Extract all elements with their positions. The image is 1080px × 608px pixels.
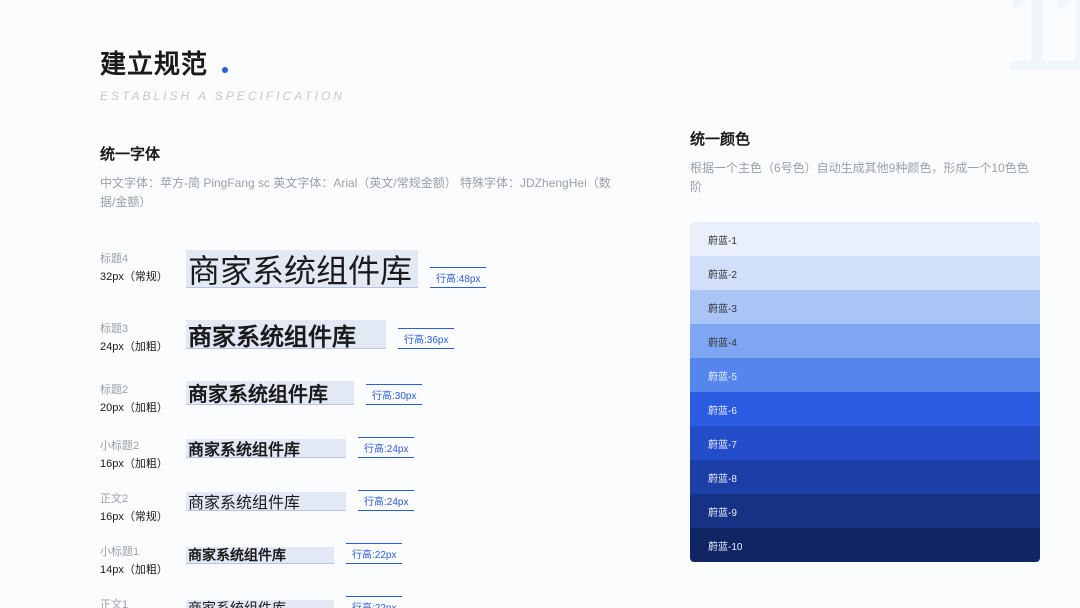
font-row-meta: 14px（加粗） <box>100 561 178 577</box>
font-sample: 商家系统组件库 <box>186 320 386 349</box>
color-swatch: 蔚蓝-2 <box>690 256 1040 290</box>
page-title: 建立规范 <box>100 44 620 81</box>
color-swatch: 蔚蓝-8 <box>690 460 1040 494</box>
font-row-name: 小标题2 <box>100 437 178 453</box>
font-sample: 商家系统组件库 <box>186 600 334 608</box>
font-row-name: 标题2 <box>100 381 178 397</box>
font-row-name: 正文1 <box>100 596 178 608</box>
font-row-meta: 16px（加粗） <box>100 455 178 471</box>
bg-decoration: 11 <box>1001 0 1080 98</box>
color-section-desc: 根据一个主色（6号色）自动生成其他9种颜色，形成一个10色色阶 <box>690 159 1040 197</box>
color-swatch: 蔚蓝-1 <box>690 222 1040 256</box>
font-row-label: 标题2 20px（加粗） <box>100 381 178 415</box>
font-row-sample-wrap: 商家系统组件库行高:48px <box>186 250 620 288</box>
font-sample: 商家系统组件库 <box>186 250 418 288</box>
font-sample: 商家系统组件库 <box>186 381 354 405</box>
font-row-sample-wrap: 商家系统组件库行高:22px <box>186 543 620 564</box>
line-height-badge: 行高:36px <box>398 328 454 349</box>
font-row-sample-wrap: 商家系统组件库 行高:22px <box>186 596 620 608</box>
page-subtitle: ESTABLISH A SPECIFICATION <box>100 89 620 103</box>
font-row-label: 标题3 24px（加粗） <box>100 320 178 354</box>
color-swatch: 蔚蓝-3 <box>690 290 1040 324</box>
font-row-label: 正文114px（常规） <box>100 596 178 608</box>
line-height-badge: 行高:24px <box>358 490 414 511</box>
line-height-badge: 行高:22px <box>346 596 402 608</box>
color-section: 统一颜色 根据一个主色（6号色）自动生成其他9种颜色，形成一个10色色阶 蔚蓝-… <box>690 128 1040 562</box>
font-row-meta: 24px（加粗） <box>100 338 178 354</box>
font-row-sample-wrap: 商家系统组件库行高:24px <box>186 490 620 511</box>
font-row-label: 标题4 32px（常规） <box>100 250 178 284</box>
color-swatch: 蔚蓝-7 <box>690 426 1040 460</box>
font-sample: 商家系统组件库 <box>186 439 346 458</box>
font-sample: 商家系统组件库 <box>186 547 334 564</box>
color-swatch: 蔚蓝-4 <box>690 324 1040 358</box>
font-row: 标题324px（加粗）商家系统组件库行高:36px <box>100 320 620 349</box>
font-row-name: 标题4 <box>100 250 178 266</box>
font-row-meta: 32px（常规） <box>100 268 178 284</box>
color-swatches: 蔚蓝-1蔚蓝-2蔚蓝-3蔚蓝-4蔚蓝-5蔚蓝-6蔚蓝-7蔚蓝-8蔚蓝-9蔚蓝-1… <box>690 222 1040 562</box>
font-row: 标题220px（加粗）商家系统组件库行高:30px <box>100 381 620 405</box>
font-row-name: 小标题1 <box>100 543 178 559</box>
accent-dot-icon <box>222 67 228 73</box>
color-swatch: 蔚蓝-5 <box>690 358 1040 392</box>
font-row-label: 正文2 16px（常规） <box>100 490 178 524</box>
font-section-desc: 中文字体：苹方-简 PingFang sc 英文字体：Arial（英文/常规金额… <box>100 174 620 212</box>
font-row-name: 标题3 <box>100 320 178 336</box>
color-section-title: 统一颜色 <box>690 128 1040 149</box>
color-swatch: 蔚蓝-9 <box>690 494 1040 528</box>
page-title-text: 建立规范 <box>100 49 208 79</box>
line-height-badge: 行高:30px <box>366 384 422 405</box>
font-row: 正文216px（常规）商家系统组件库行高:24px <box>100 490 620 511</box>
font-sample: 商家系统组件库 <box>186 492 346 511</box>
color-swatch: 蔚蓝-10 <box>690 528 1040 562</box>
font-row: 小标题114px（加粗）商家系统组件库行高:22px <box>100 543 620 564</box>
font-row-label: 小标题1 14px（加粗） <box>100 543 178 577</box>
color-swatch: 蔚蓝-6 <box>690 392 1040 426</box>
line-height-badge: 行高:48px <box>430 267 486 288</box>
font-row-sample-wrap: 商家系统组件库行高:30px <box>186 381 620 405</box>
font-row: 小标题216px（加粗）商家系统组件库行高:24px <box>100 437 620 458</box>
font-section-title: 统一字体 <box>100 143 620 164</box>
font-section: 建立规范 ESTABLISH A SPECIFICATION 统一字体 中文字体… <box>100 44 620 608</box>
font-row: 标题4 32px（常规） 商家系统组件库行高:48px <box>100 250 620 288</box>
font-row: 正文114px（常规） 商家系统组件库 行高:22px <box>100 596 620 608</box>
line-height-badge: 行高:24px <box>358 437 414 458</box>
font-row-meta: 20px（加粗） <box>100 399 178 415</box>
font-row-meta: 16px（常规） <box>100 508 178 524</box>
line-height-badge: 行高:22px <box>346 543 402 564</box>
font-row-sample-wrap: 商家系统组件库行高:24px <box>186 437 620 458</box>
font-row-label: 小标题2 16px（加粗） <box>100 437 178 471</box>
font-row-sample-wrap: 商家系统组件库行高:36px <box>186 320 620 349</box>
font-row-name: 正文2 <box>100 490 178 506</box>
font-rows: 标题432px（常规）商家系统组件库行高:48px标题324px（加粗）商家系统… <box>100 250 620 608</box>
